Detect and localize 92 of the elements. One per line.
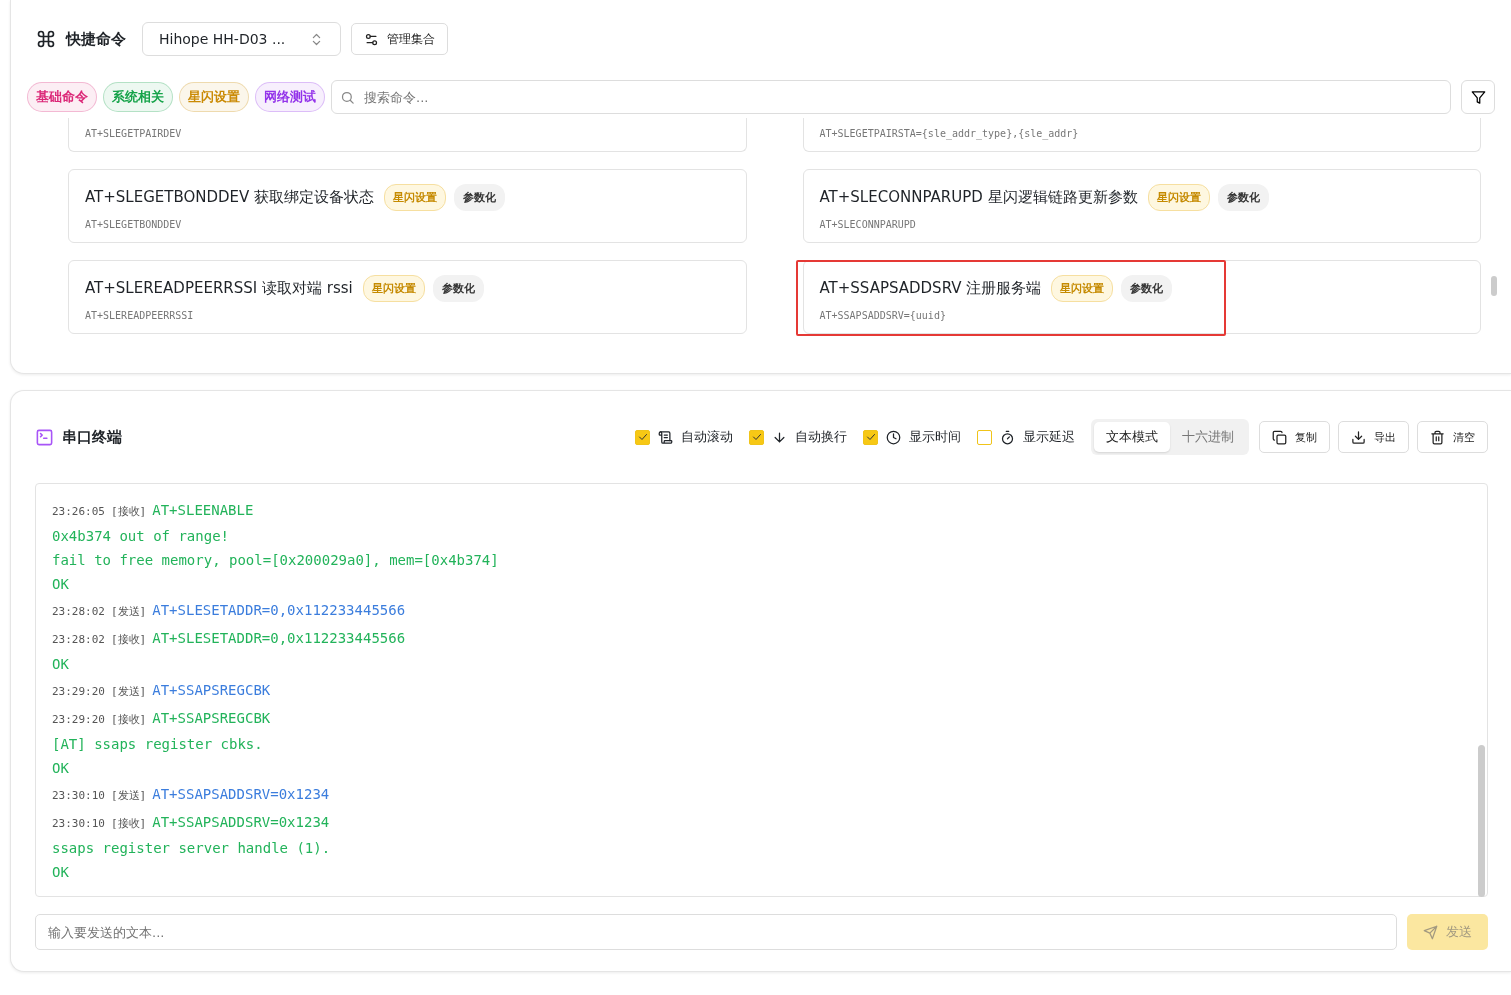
checkbox[interactable] xyxy=(635,429,650,445)
scrollbar-thumb[interactable] xyxy=(1491,276,1497,296)
action-button[interactable]: 复制 xyxy=(1259,421,1330,453)
direction-label: [发送] xyxy=(111,684,147,700)
checkbox[interactable] xyxy=(749,429,764,445)
command-card[interactable]: AT+SLEGETPAIRDEV xyxy=(68,118,747,152)
command-code: AT+SLEGETBONDDEV xyxy=(85,219,183,230)
log-message: AT+SLEENABLE xyxy=(152,501,254,520)
timestamp: 23:30:10 xyxy=(52,816,105,832)
log-message: AT+SSAPSADDSRV=0x1234 xyxy=(152,785,330,804)
trash-icon xyxy=(1430,429,1445,445)
arrow-down-icon xyxy=(772,429,787,445)
command-tag: 参数化 xyxy=(1121,275,1173,302)
log-message: AT+SSAPSREGCBK xyxy=(152,681,271,700)
log-message: fail to free memory, pool=[0x200029a0], mem=[0x4b374] xyxy=(52,551,499,570)
filter-icon xyxy=(1470,89,1486,105)
direction-label: [接收] xyxy=(111,504,147,520)
category-tag[interactable]: 基础命令 xyxy=(27,82,97,112)
send-icon xyxy=(1423,924,1438,940)
command-code: AT+SLEGETPAIRSTA={sle_addr_type},{sle_addr} xyxy=(819,128,1080,139)
command-title: AT+SLEGETBONDDEV 获取绑定设备状态 xyxy=(85,188,375,207)
command-code: AT+SSAPSADDSRV={uuid} xyxy=(819,310,947,321)
filter-button[interactable] xyxy=(1461,80,1495,114)
log-message: OK xyxy=(52,655,69,674)
timestamp: 23:29:20 xyxy=(52,684,105,700)
command-card[interactable]: AT+SLECONNPARUPD 星闪逻辑链路更新参数 星闪设置 参数化 AT+SLECONNPARUPD xyxy=(802,169,1481,243)
category-tag[interactable]: 网络测试 xyxy=(255,82,325,112)
log-message: AT+SLESETADDR=0,0x112233445566 xyxy=(152,601,406,620)
log-message: OK xyxy=(52,759,69,778)
scrollbar-thumb[interactable] xyxy=(1478,745,1485,897)
command-tag: 星闪设置 xyxy=(384,184,447,211)
mode-tab[interactable]: 十六进制 xyxy=(1170,422,1246,452)
download-icon xyxy=(1351,429,1366,445)
log-message: OK xyxy=(52,863,69,882)
option-label: 显示时间 xyxy=(909,428,961,446)
command-card[interactable]: AT+SLEGETBONDDEV 获取绑定设备状态 星闪设置 参数化 AT+SLEGETBONDDEV xyxy=(68,169,747,243)
panel-title: 串口终端 xyxy=(62,427,122,447)
command-code: AT+SLEGETPAIRDEV xyxy=(85,128,183,139)
checkbox[interactable] xyxy=(863,429,878,445)
log-message: AT+SLESETADDR=0,0x112233445566 xyxy=(152,629,406,648)
log-message: AT+SSAPSREGCBK xyxy=(152,709,271,728)
command-tag: 参数化 xyxy=(432,275,484,302)
direction-label: [接收] xyxy=(111,632,147,648)
timestamp: 23:28:02 xyxy=(52,604,105,620)
checkmark-icon xyxy=(636,431,649,443)
sliders-icon xyxy=(364,31,379,47)
command-title: AT+SLEREADPEERRSSI 读取对端 rssi xyxy=(85,279,353,298)
command-card[interactable]: AT+SLEGETPAIRSTA={sle_addr_type},{sle_addr} xyxy=(802,118,1481,152)
direction-label: [发送] xyxy=(111,604,147,620)
command-card[interactable]: AT+SLEREADPEERRSSI 读取对端 rssi 星闪设置 参数化 AT+SLEREADPEERRSSI xyxy=(68,260,747,334)
panel-title: 快捷命令 xyxy=(66,29,126,49)
log-message: ssaps register server handle (1). xyxy=(52,839,331,858)
mode-tab[interactable]: 文本模式 xyxy=(1094,422,1170,452)
command-title: AT+SLECONNPARUPD 星闪逻辑链路更新参数 xyxy=(819,188,1138,207)
search-icon xyxy=(340,90,355,105)
option-label: 自动换行 xyxy=(795,428,847,446)
timer-icon xyxy=(1000,429,1015,445)
timestamp: 23:29:20 xyxy=(52,712,105,728)
option-label: 自动滚动 xyxy=(681,428,733,446)
action-button[interactable]: 导出 xyxy=(1338,421,1409,453)
command-tag: 参数化 xyxy=(454,184,506,211)
command-tag: 星闪设置 xyxy=(1147,184,1210,211)
device-select[interactable]: Hihope HH-D03 ... xyxy=(142,22,341,56)
command-tag: 星闪设置 xyxy=(362,275,425,302)
scroll-icon xyxy=(658,429,673,445)
log-message: 0x4b374 out of range! xyxy=(52,527,229,546)
direction-label: [发送] xyxy=(111,788,147,804)
command-tag: 参数化 xyxy=(1217,184,1269,211)
timestamp: 23:30:10 xyxy=(52,788,105,804)
search-field[interactable]: 搜索命令... xyxy=(331,80,1451,114)
direction-label: [接收] xyxy=(111,816,147,832)
checkmark-icon xyxy=(864,431,877,443)
command-icon xyxy=(36,29,56,49)
copy-icon xyxy=(1272,429,1287,445)
command-code: AT+SLEREADPEERRSSI xyxy=(85,310,195,321)
direction-label: [接收] xyxy=(111,712,147,728)
command-code: AT+SLECONNPARUPD xyxy=(819,219,917,230)
command-tag: 星闪设置 xyxy=(1051,275,1114,302)
checkmark-icon xyxy=(750,431,763,443)
log-message: AT+SSAPSADDSRV=0x1234 xyxy=(152,813,330,832)
log-message: [AT] ssaps register cbks. xyxy=(52,735,263,754)
option-label: 显示延迟 xyxy=(1023,428,1075,446)
checkbox[interactable] xyxy=(977,429,992,445)
timestamp: 23:26:05 xyxy=(52,504,105,520)
clock-icon xyxy=(886,429,901,445)
manage-collection-button[interactable]: 管理集合 xyxy=(351,23,448,55)
timestamp: 23:28:02 xyxy=(52,632,105,648)
log-message: OK xyxy=(52,575,69,594)
terminal-icon xyxy=(35,427,54,447)
message-input[interactable]: 输入要发送的文本... xyxy=(35,914,1397,950)
command-title: AT+SSAPSADDSRV 注册服务端 xyxy=(819,279,1042,298)
action-button[interactable]: 清空 xyxy=(1417,421,1488,453)
